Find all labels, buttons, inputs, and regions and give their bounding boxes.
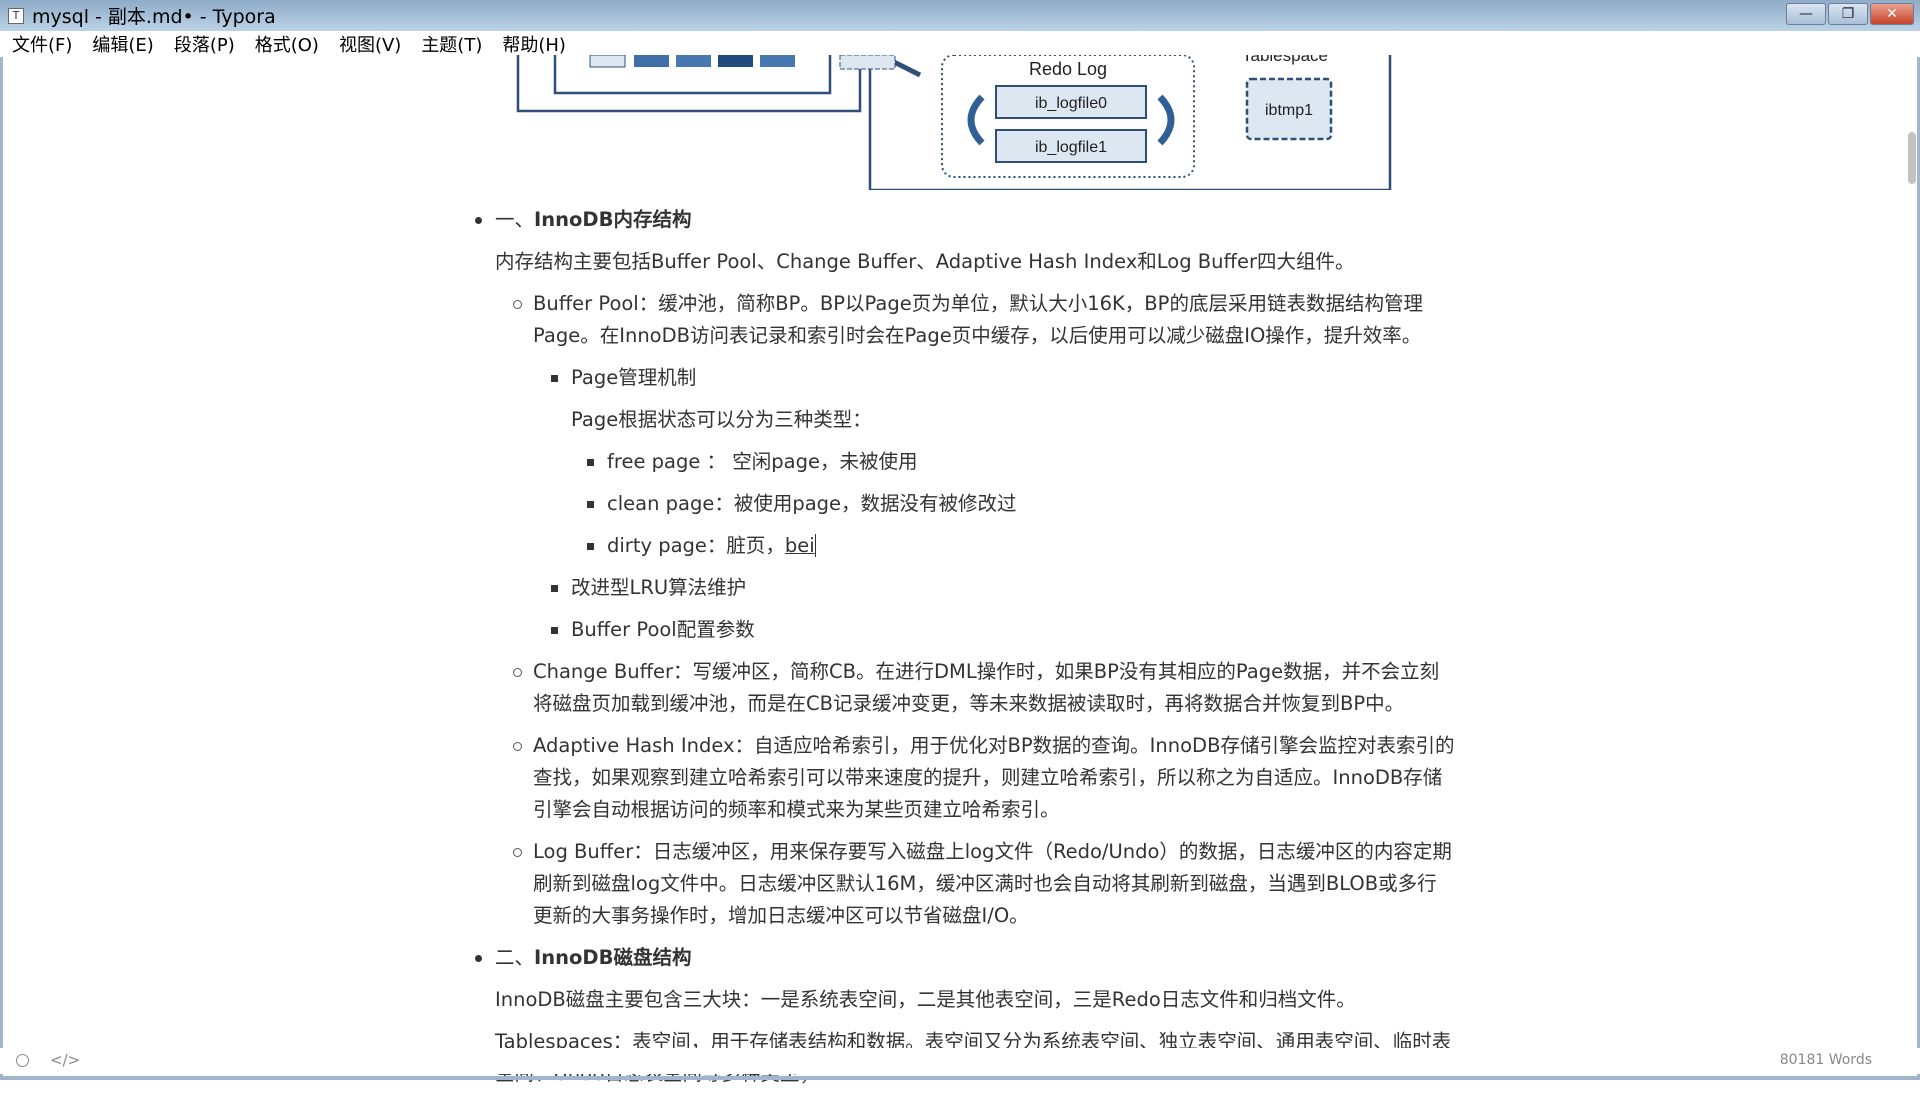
paragraph: Page根据状态可以分为三种类型： [571, 408, 872, 431]
text-cursor-input[interactable]: bei [784, 534, 816, 557]
list-item-change-buffer: Change Buffer：写缓冲区，简称CB。在进行DML操作时，如果BP没有… [513, 656, 1455, 720]
typora-app-icon: T [8, 7, 24, 24]
close-button[interactable]: ✕ [1870, 3, 1914, 25]
list-item-adaptive-hash-index: Adaptive Hash Index：自适应哈希索引，用于优化对BP数据的查询… [513, 730, 1455, 826]
logfile0-label: ib_logfile0 [1035, 95, 1107, 112]
redo-log-label: Redo Log [1029, 59, 1107, 79]
menu-bar: 文件(F) 编辑(E) 段落(P) 格式(O) 视图(V) 主题(T) 帮助(H… [0, 31, 1920, 57]
logfile1-label: ib_logfile1 [1035, 139, 1107, 156]
source-code-mode-icon[interactable]: </> [50, 1051, 80, 1069]
list-item: dirty page：脏页，bei [587, 530, 1455, 562]
ibtmp1-label: ibtmp1 [1265, 102, 1313, 119]
menu-view[interactable]: 视图(V) [337, 31, 403, 57]
heading-memory-structure: 一、InnoDB内存结构 [495, 208, 692, 231]
title-bar: T mysql - 副本.md• - Typora — ❐ ✕ [0, 0, 1920, 31]
menu-edit[interactable]: 编辑(E) [90, 31, 155, 57]
list-item-log-buffer: Log Buffer：日志缓冲区，用来保存要写入磁盘上log文件（Redo/Un… [513, 836, 1455, 932]
menu-file[interactable]: 文件(F) [10, 31, 74, 57]
word-count[interactable]: 80181 Words [1780, 1052, 1872, 1068]
list-item: free page ： 空闲page，未被使用 [587, 446, 1455, 478]
cycle-arrow-left-icon [967, 94, 985, 146]
status-bar: </> 80181 Words [0, 1048, 1920, 1074]
list-item: clean page：被使用page，数据没有被修改过 [587, 488, 1455, 520]
tablespace-label: Tablespace [1242, 55, 1328, 65]
editor-content[interactable]: 一、InnoDB内存结构 内存结构主要包括Buffer Pool、Change … [475, 204, 1455, 1100]
vertical-scrollbar[interactable] [1908, 132, 1916, 184]
list-item: 一、InnoDB内存结构 内存结构主要包括Buffer Pool、Change … [475, 204, 1455, 932]
outline-toggle-icon[interactable] [16, 1054, 29, 1067]
menu-format[interactable]: 格式(O) [253, 31, 321, 57]
menu-help[interactable]: 帮助(H) [500, 31, 568, 57]
innodb-architecture-diagram: Redo Log ib_logfile0 ib_logfile1 Tablesp… [516, 55, 1392, 190]
paragraph: InnoDB磁盘主要包含三大块：一是系统表空间，二是其他表空间，三是Redo日志… [495, 988, 1356, 1011]
list-item-buffer-pool: Buffer Pool：缓冲池，简称BP。BP以Page页为单位，默认大小16K… [513, 288, 1455, 646]
window-frame-bottom [0, 1076, 1920, 1080]
list-item: 改进型LRU算法维护 [551, 572, 1455, 604]
minimize-button[interactable]: — [1786, 3, 1826, 25]
menu-theme[interactable]: 主题(T) [419, 31, 484, 57]
list-item-page-management: Page管理机制 Page根据状态可以分为三种类型： free page ： 空… [551, 362, 1455, 562]
window-frame-left [0, 57, 3, 1080]
paragraph: 内存结构主要包括Buffer Pool、Change Buffer、Adapti… [495, 250, 1355, 273]
restore-button[interactable]: ❐ [1828, 3, 1868, 25]
list-item: Buffer Pool配置参数 [551, 614, 1455, 646]
cycle-arrow-right-icon [1157, 94, 1175, 146]
heading-disk-structure: 二、InnoDB磁盘结构 [495, 946, 692, 969]
menu-paragraph[interactable]: 段落(P) [172, 31, 237, 57]
window-title: mysql - 副本.md• - Typora [32, 6, 276, 28]
